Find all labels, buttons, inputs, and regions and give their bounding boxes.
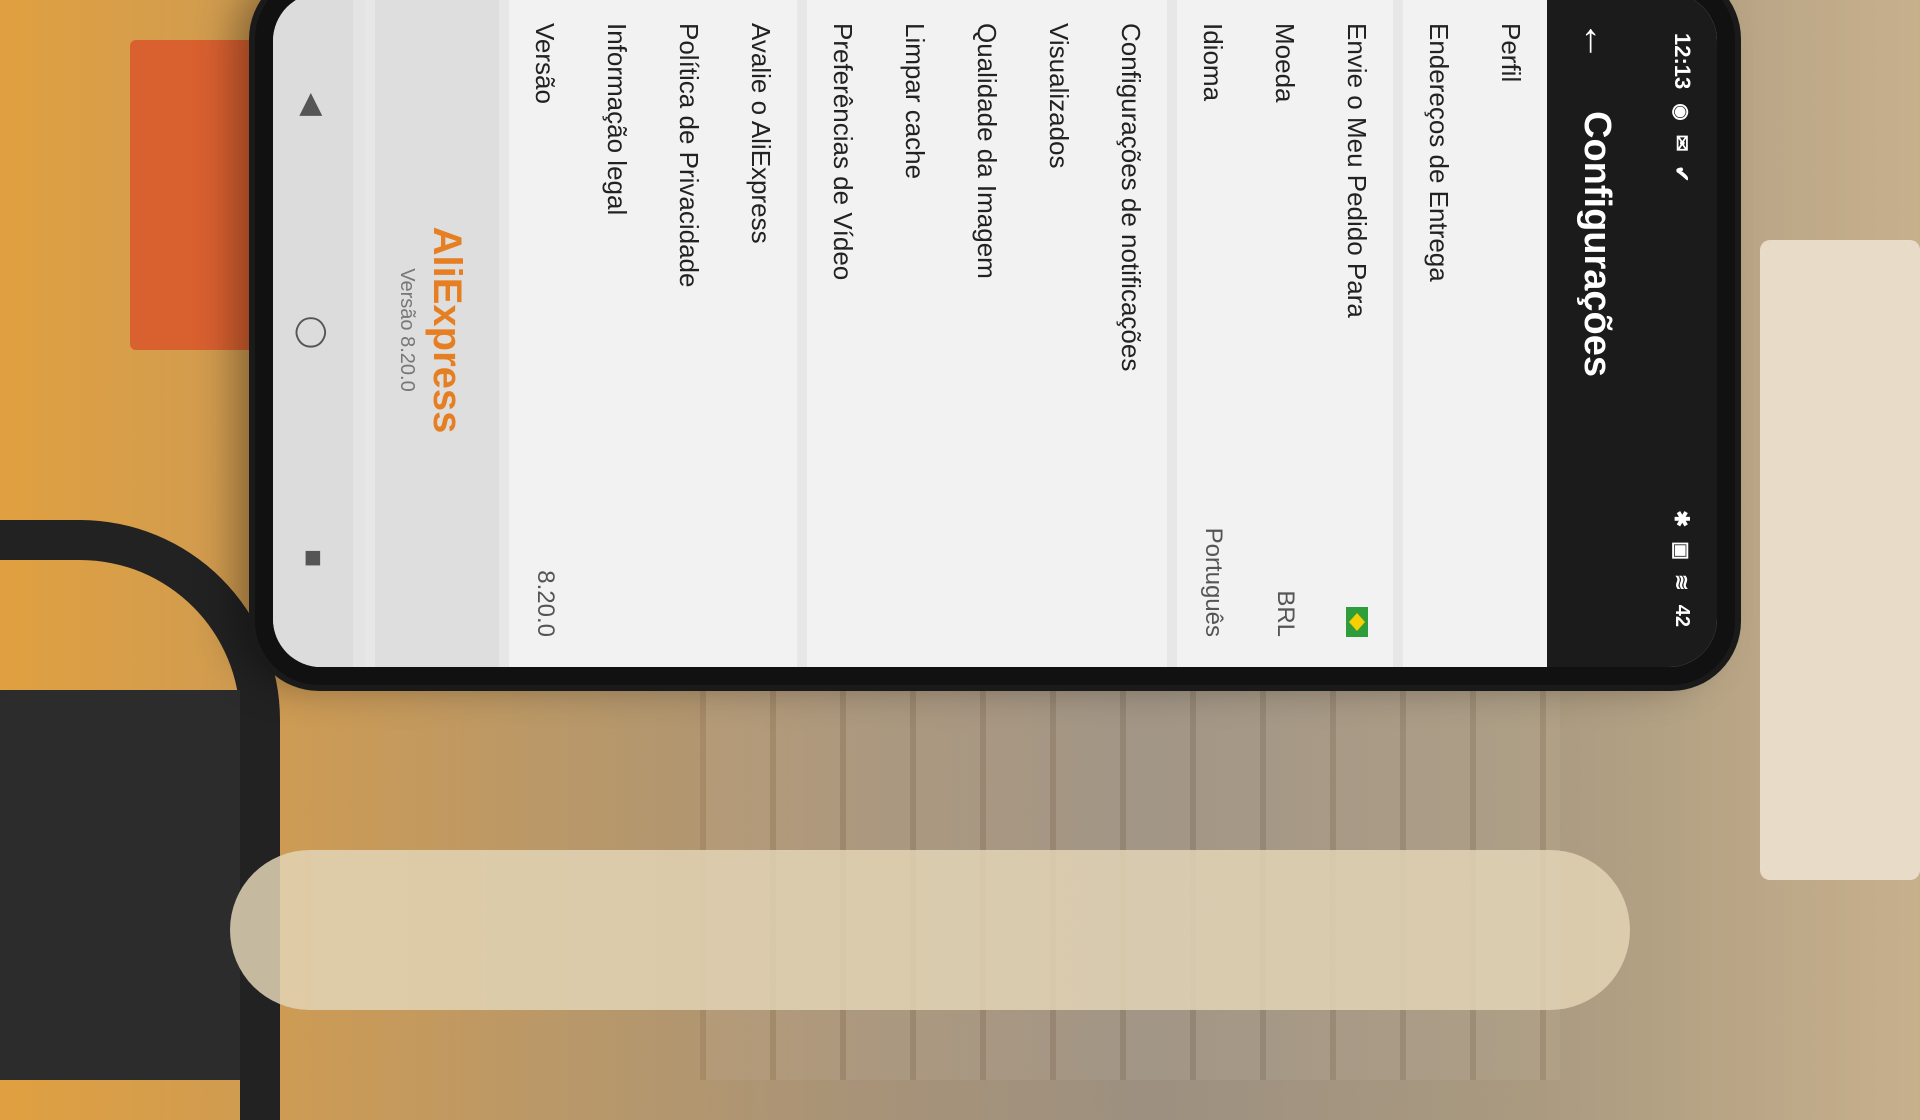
page-title: Configurações: [1576, 111, 1619, 378]
settings-group-region: Envie o Meu Pedido Para Moeda BRL Idioma…: [1177, 0, 1393, 667]
settings-group-about: Avalie o AliExpress Política de Privacid…: [509, 0, 797, 667]
settings-item-label: Endereços de Entrega: [1424, 23, 1455, 282]
app-bar: ← Configurações: [1547, 0, 1647, 667]
footer: AliExpress Versão 8.20.0: [375, 0, 499, 667]
nav-home-icon[interactable]: ◯: [296, 316, 331, 350]
battery-icon: 42: [1671, 604, 1694, 627]
system-nav-bar: ◀ ◯ ■: [273, 0, 353, 667]
settings-item-privacidade[interactable]: Política de Privacidade: [653, 0, 725, 667]
wifi-icon: ≋: [1670, 573, 1693, 591]
nav-back-icon[interactable]: ◀: [296, 93, 331, 116]
phone: 12:13 ◉ ✉ ✔ ✱ ▣ ≋ 42 ← Configurações Per…: [255, 0, 1735, 685]
currency-value: BRL: [1272, 590, 1299, 637]
settings-item-label: Envie o Meu Pedido Para: [1342, 23, 1373, 318]
settings-item-legal[interactable]: Informação legal: [581, 0, 653, 667]
background-block: [0, 690, 240, 1080]
settings-item-preferencias-video[interactable]: Preferências de Vídeo: [807, 0, 879, 667]
settings-item-label: Preferências de Vídeo: [828, 23, 859, 281]
phone-mount-base: [230, 850, 1630, 1010]
settings-item-perfil[interactable]: Perfil: [1475, 0, 1547, 667]
settings-item-idioma[interactable]: Idioma Português: [1177, 0, 1249, 667]
settings-item-avalie[interactable]: Avalie o AliExpress: [725, 0, 797, 667]
status-bar: 12:13 ◉ ✉ ✔ ✱ ▣ ≋ 42: [1647, 0, 1717, 667]
settings-item-moeda[interactable]: Moeda BRL: [1249, 0, 1321, 667]
bluetooth-icon: ✱: [1670, 510, 1693, 528]
footer-version: Versão 8.20.0: [396, 268, 418, 392]
settings-item-label: Política de Privacidade: [674, 23, 705, 288]
settings-group-preferences: Configurações de notificações Visualizad…: [807, 0, 1167, 667]
settings-item-enderecos[interactable]: Endereços de Entrega: [1403, 0, 1475, 667]
settings-item-label: Moeda: [1270, 23, 1301, 103]
brazil-flag-icon: [1346, 607, 1368, 637]
check-icon: ✔: [1670, 165, 1693, 183]
settings-item-label: Versão: [530, 23, 561, 104]
settings-item-versao[interactable]: Versão 8.20.0: [509, 0, 581, 667]
settings-item-label: Perfil: [1496, 23, 1527, 83]
logo-part-b: Express: [425, 277, 469, 434]
nav-recents-icon[interactable]: ■: [296, 549, 330, 567]
settings-item-notificacoes[interactable]: Configurações de notificações: [1095, 0, 1167, 667]
settings-item-label: Qualidade da Imagem: [972, 23, 1003, 279]
settings-group-account: Perfil Endereços de Entrega: [1403, 0, 1547, 667]
sim-icon: ▣: [1670, 541, 1693, 560]
settings-item-limpar-cache[interactable]: Limpar cache: [879, 0, 951, 667]
settings-item-label: Avalie o AliExpress: [746, 23, 777, 244]
back-arrow-icon[interactable]: ←: [1575, 21, 1620, 81]
language-value: Português: [1200, 527, 1227, 637]
settings-item-label: Informação legal: [602, 23, 633, 216]
screen: 12:13 ◉ ✉ ✔ ✱ ▣ ≋ 42 ← Configurações Per…: [273, 0, 1717, 667]
aliexpress-logo: AliExpress: [424, 0, 469, 667]
settings-list: Perfil Endereços de Entrega Envie o Meu …: [365, 0, 1547, 667]
phone-mount: [1760, 240, 1920, 880]
notification-icon: ◉: [1670, 103, 1693, 121]
settings-item-label: Idioma: [1198, 23, 1229, 102]
settings-item-label: Limpar cache: [900, 23, 931, 180]
version-value: 8.20.0: [532, 570, 559, 637]
settings-item-ship-to[interactable]: Envie o Meu Pedido Para: [1321, 0, 1393, 667]
settings-item-label: Visualizados: [1044, 23, 1075, 169]
gmail-icon: ✉: [1670, 134, 1693, 152]
settings-item-visualizados[interactable]: Visualizados: [1023, 0, 1095, 667]
time: 12:13: [1670, 33, 1695, 90]
settings-item-qualidade-imagem[interactable]: Qualidade da Imagem: [951, 0, 1023, 667]
logo-part-a: Ali: [425, 226, 469, 278]
settings-item-label: Configurações de notificações: [1116, 23, 1147, 372]
